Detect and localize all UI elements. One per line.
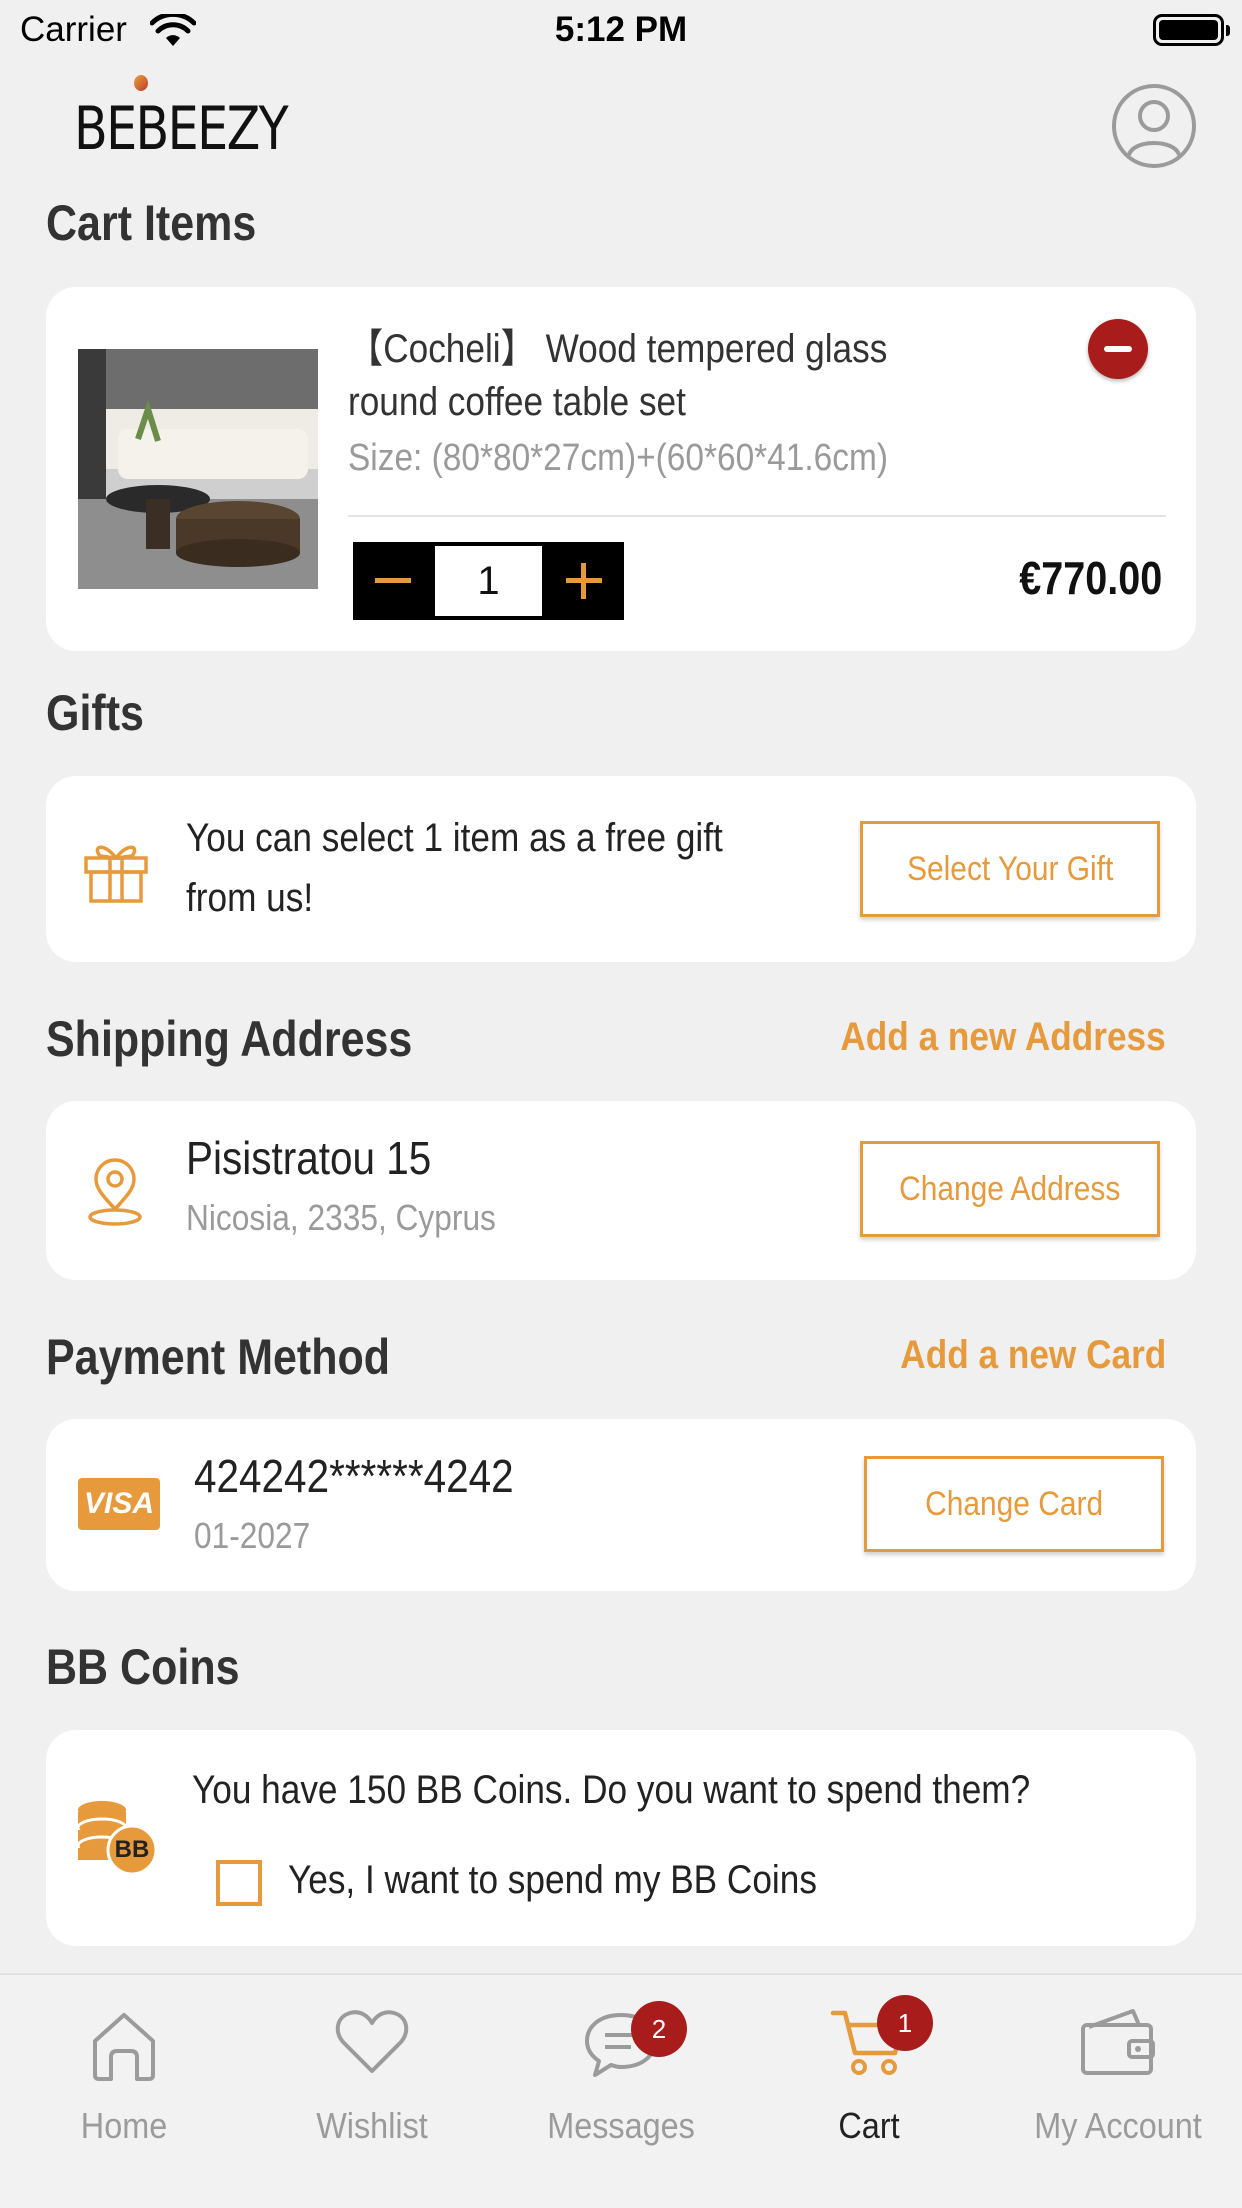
spend-coins-label[interactable]: Yes, I want to spend my BB Coins [288,1858,889,1903]
tab-messages-label: Messages [547,2105,695,2146]
increase-quantity-button[interactable] [544,542,624,620]
payment-method-title: Payment Method [46,1329,391,1385]
cart-item-card: 【Cocheli】 Wood tempered glass round coff… [46,287,1196,651]
select-gift-button[interactable]: Select Your Gift [860,821,1160,917]
address-card: Pisistratou 15 Nicosia, 2335, Cyprus Cha… [46,1101,1196,1280]
tab-cart[interactable]: 1 Cart [745,1975,993,2175]
coins-icon: BB [74,1798,158,1878]
tab-my-account[interactable]: My Account [994,1975,1242,2175]
add-address-link[interactable]: Add a new Address [841,1015,1166,1060]
gift-card: You can select 1 item as a free gift fro… [46,776,1196,962]
spend-coins-checkbox[interactable] [216,1860,262,1906]
card-number: 424242******4242 [194,1450,514,1502]
divider [348,515,1166,517]
tab-wishlist-label: Wishlist [316,2105,428,2146]
payment-card: VISA 424242******4242 01-2027 Change Car… [46,1419,1196,1591]
heart-icon [335,2010,409,2073]
coins-message: You have 150 BB Coins. Do you want to sp… [192,1768,1031,1812]
coin-label: BB [114,1836,150,1863]
location-pin-icon [88,1158,142,1226]
tab-cart-label: Cart [838,2105,900,2146]
change-address-button[interactable]: Change Address [860,1141,1160,1237]
tab-wishlist[interactable]: Wishlist [248,1975,496,2175]
status-bar: Carrier 5:12 PM [0,0,1242,62]
item-price: €770.00 [1018,552,1162,604]
tab-messages[interactable]: 2 Messages [497,1975,745,2175]
home-icon [93,2013,155,2081]
product-photo [78,349,318,589]
gifts-title: Gifts [46,685,144,741]
quantity-value[interactable]: 1 [435,546,542,616]
cart-items-title: Cart Items [46,195,257,251]
logo-text: BEBEEZY [74,94,289,164]
product-name[interactable]: 【Cocheli】 Wood tempered glass round coff… [348,323,1068,429]
decrease-quantity-button[interactable] [353,542,433,620]
gift-message: You can select 1 item as a free gift fro… [186,816,723,920]
address-street: Pisistratou 15 [186,1132,432,1184]
tab-bar: Home Wishlist 2 Messages 1 Cart My Accou… [0,1973,1242,2208]
brand-logo[interactable]: BEBEEZY [74,72,289,164]
messages-badge: 2 [631,2001,687,2057]
add-card-link[interactable]: Add a new Card [900,1333,1166,1378]
bb-coins-title: BB Coins [46,1639,240,1695]
card-expiry: 01-2027 [194,1515,311,1556]
product-image[interactable] [78,349,318,589]
tab-my-account-label: My Account [1034,2105,1202,2146]
shipping-address-title: Shipping Address [46,1011,413,1067]
change-card-button[interactable]: Change Card [864,1456,1164,1552]
address-city: Nicosia, 2335, Cyprus [186,1197,496,1238]
bb-coins-card: BB You have 150 BB Coins. Do you want to… [46,1730,1196,1946]
cart-badge: 1 [877,1995,933,2051]
wallet-icon [1081,2009,1155,2075]
remove-item-button[interactable] [1088,319,1148,379]
tab-home[interactable]: Home [0,1975,248,2175]
tab-home-label: Home [80,2105,168,2146]
logo-dot [134,75,148,91]
product-size: Size: (80*80*27cm)+(60*60*41.6cm) [348,437,888,479]
battery-icon [1153,14,1230,46]
quantity-stepper: 1 [353,542,624,620]
user-avatar-icon[interactable] [1111,83,1197,169]
clock: 5:12 PM [554,10,688,49]
visa-card-icon: VISA [78,1478,160,1530]
gift-icon [84,845,148,903]
